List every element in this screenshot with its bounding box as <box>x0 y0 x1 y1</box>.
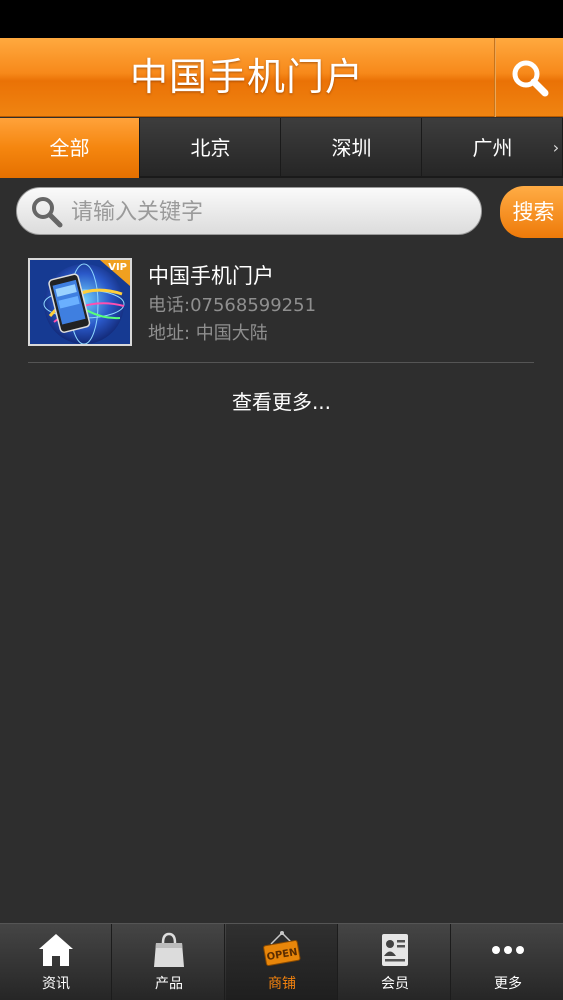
search-button[interactable]: 搜索 <box>500 186 563 238</box>
list-divider <box>28 362 534 363</box>
search-field[interactable] <box>16 187 482 235</box>
header-search-button[interactable] <box>496 38 563 117</box>
bottom-navigation: 资讯 产品 OPEN 商铺 会员 更多 <box>0 923 563 1000</box>
shop-phone: 电话:07568599251 <box>148 295 317 316</box>
view-more-link[interactable]: 查看更多... <box>0 386 563 415</box>
nav-item-news[interactable]: 资讯 <box>0 924 112 1000</box>
tab-guangzhou[interactable]: 广州 <box>423 118 563 178</box>
home-icon <box>39 934 73 966</box>
shopping-bag-icon <box>154 932 184 967</box>
search-icon <box>512 60 548 96</box>
vip-badge: VIP <box>108 262 127 273</box>
tabs-right-arrow[interactable]: › <box>549 118 563 178</box>
app-screen: 中国手机门户 ‹ 全部 北京 深圳 广州 › 搜索 <box>0 0 563 1000</box>
nav-label-news: 资讯 <box>42 976 70 992</box>
tab-beijing[interactable]: 北京 <box>141 118 281 178</box>
tab-shenzhen[interactable]: 深圳 <box>282 118 422 178</box>
member-card-icon <box>382 934 408 966</box>
shop-listing[interactable]: VIP 中国手机门户 电话:07568599251 地址: 中国大陆 <box>28 255 534 363</box>
header-bar: 中国手机门户 <box>0 38 563 117</box>
status-bar <box>0 0 563 38</box>
nav-item-members[interactable]: 会员 <box>339 924 451 1000</box>
shop-thumbnail: VIP <box>28 258 132 346</box>
more-dots-icon <box>492 946 524 954</box>
magnifier-icon <box>32 197 63 228</box>
search-input[interactable] <box>71 194 471 230</box>
nav-label-members: 会员 <box>381 976 409 992</box>
tab-all[interactable]: 全部 <box>0 118 140 178</box>
page-title: 中国手机门户 <box>129 55 364 99</box>
nav-label-more: 更多 <box>494 976 522 992</box>
category-tabs: ‹ 全部 北京 深圳 广州 › <box>0 118 563 178</box>
nav-item-more[interactable]: 更多 <box>452 924 563 1000</box>
nav-label-shops: 商铺 <box>268 976 296 992</box>
nav-item-shops[interactable]: OPEN 商铺 <box>226 924 338 1000</box>
shop-address: 地址: 中国大陆 <box>148 323 268 344</box>
shop-name: 中国手机门户 <box>148 264 274 288</box>
nav-label-products: 产品 <box>155 976 183 992</box>
nav-item-products[interactable]: 产品 <box>113 924 225 1000</box>
open-sign-icon: OPEN <box>263 931 301 966</box>
